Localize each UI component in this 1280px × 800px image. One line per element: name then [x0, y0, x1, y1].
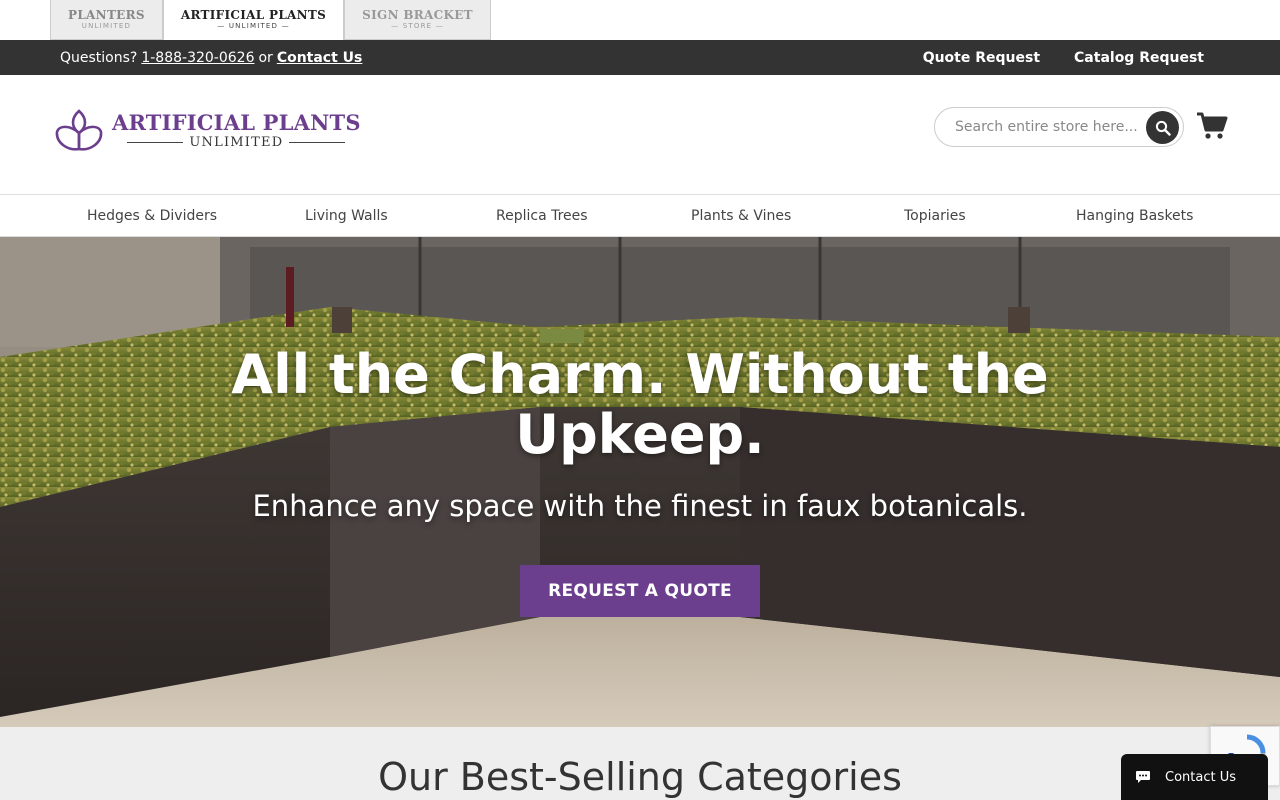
search-input[interactable] [955, 119, 1145, 135]
hero-banner: All the Charm. Without the Upkeep. Enhan… [0, 237, 1280, 727]
quote-request-link[interactable]: Quote Request [923, 50, 1040, 66]
brand-tab-planters[interactable]: PLANTERS UNLIMITED [50, 0, 163, 40]
utility-bar: Questions? 1-888-320-0626 or Contact Us … [0, 40, 1280, 75]
chat-bubble-icon [1136, 771, 1150, 783]
logo-name: ARTIFICIAL PLANTS [112, 109, 361, 135]
chat-label: Contact Us [1165, 769, 1236, 785]
search-button[interactable] [1146, 111, 1179, 144]
search-box [934, 107, 1184, 147]
chat-widget[interactable]: Contact Us [1121, 754, 1268, 800]
site-header: ARTIFICIAL PLANTS UNLIMITED [0, 75, 1280, 195]
shopping-cart-icon[interactable] [1196, 111, 1228, 141]
contact-info: Questions? 1-888-320-0626 or Contact Us [60, 50, 362, 66]
nav-item-replica-trees[interactable]: Replica Trees [496, 208, 588, 224]
nav-item-hanging-baskets[interactable]: Hanging Baskets [1076, 208, 1193, 224]
phone-link[interactable]: 1-888-320-0626 [141, 50, 254, 66]
nav-item-topiaries[interactable]: Topiaries [904, 208, 966, 224]
logo-divider [127, 141, 184, 143]
leaf-logo-icon [55, 109, 103, 151]
brand-switcher: PLANTERS UNLIMITED ARTIFICIAL PLANTS — U… [50, 0, 491, 40]
contact-us-link[interactable]: Contact Us [277, 50, 363, 66]
best-selling-section: Our Best-Selling Categories [0, 727, 1280, 800]
brand-tab-label: SIGN BRACKET [362, 7, 473, 22]
brand-tab-artificial-plants[interactable]: ARTIFICIAL PLANTS — UNLIMITED — [162, 0, 345, 40]
section-title: Our Best-Selling Categories [378, 755, 902, 799]
hero-content: All the Charm. Without the Upkeep. Enhan… [0, 237, 1280, 727]
logo-wordmark: ARTIFICIAL PLANTS UNLIMITED [112, 109, 361, 150]
hero-subtitle: Enhance any space with the finest in fau… [252, 489, 1028, 523]
nav-item-living-walls[interactable]: Living Walls [305, 208, 388, 224]
brand-tab-sublabel: UNLIMITED [81, 21, 132, 30]
brand-tab-label: ARTIFICIAL PLANTS [180, 8, 327, 22]
questions-label: Questions? [60, 49, 138, 66]
nav-item-hedges-dividers[interactable]: Hedges & Dividers [87, 208, 217, 224]
site-logo[interactable]: ARTIFICIAL PLANTS UNLIMITED [54, 105, 361, 155]
hero-title: All the Charm. Without the Upkeep. [231, 343, 1049, 466]
logo-sub-row: UNLIMITED [127, 134, 346, 150]
brand-tab-sublabel: — STORE — [391, 21, 444, 30]
search-icon [1155, 120, 1171, 136]
utility-links: Quote Request Catalog Request [923, 50, 1220, 66]
nav-item-plants-vines[interactable]: Plants & Vines [691, 208, 791, 224]
logo-divider [289, 141, 346, 143]
logo-sub: UNLIMITED [189, 134, 284, 150]
brand-tab-sublabel: — UNLIMITED — [217, 22, 290, 30]
or-label: or [258, 49, 273, 66]
brand-tab-label: PLANTERS [68, 7, 145, 22]
request-quote-button[interactable]: REQUEST A QUOTE [520, 565, 760, 617]
catalog-request-link[interactable]: Catalog Request [1074, 50, 1204, 66]
brand-tab-sign-bracket[interactable]: SIGN BRACKET — STORE — [344, 0, 491, 40]
main-nav: Hedges & Dividers Living Walls Replica T… [0, 195, 1280, 237]
